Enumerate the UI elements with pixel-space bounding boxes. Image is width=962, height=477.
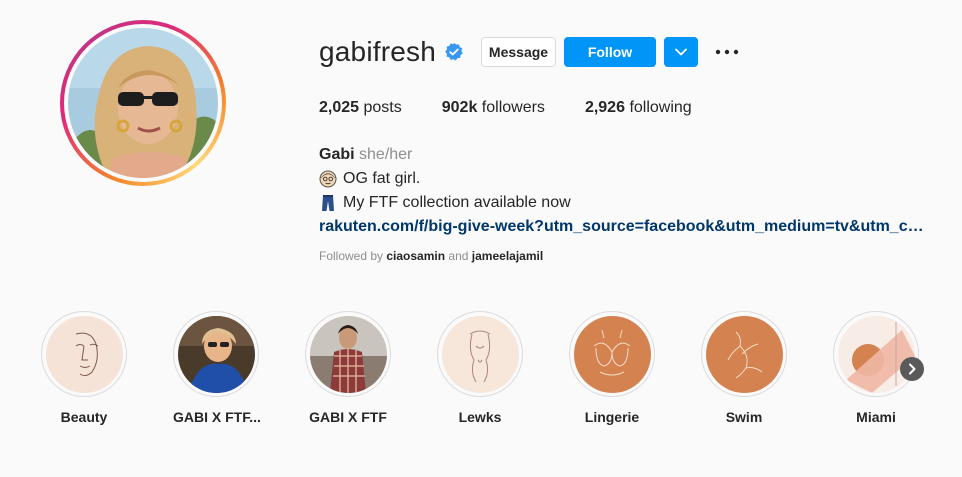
bio-name-line: Gabi she/her	[319, 143, 939, 167]
verified-badge-icon	[445, 42, 463, 61]
following-label: following	[629, 99, 692, 116]
highlight-label: Swim	[725, 409, 763, 425]
posts-stat: 2,025 posts	[319, 99, 402, 117]
following-stat[interactable]: 2,926 following	[585, 99, 692, 117]
highlight-ring	[437, 311, 523, 397]
highlight-label: GABI X FTF...	[173, 409, 261, 425]
highlight-cover	[573, 315, 651, 393]
highlight-gabi-x-ftf-1[interactable]: GABI X FTF...	[173, 311, 261, 425]
followers-stat[interactable]: 902k followers	[442, 99, 545, 117]
followers-label: followers	[481, 99, 545, 116]
jeans-emoji-icon	[322, 195, 334, 211]
highlight-ring	[173, 311, 259, 397]
following-count: 2,926	[584, 99, 625, 116]
highlight-label: GABI X FTF	[309, 409, 387, 425]
suggested-dropdown-button[interactable]	[664, 37, 698, 67]
followed-by[interactable]: Followed by ciaosamin and jameelajamil	[319, 249, 543, 263]
highlight-cover	[177, 315, 255, 393]
bio-text-1: OG fat girl.	[343, 170, 421, 187]
followed-by-and: and	[448, 249, 469, 263]
highlight-label: Lewks	[458, 409, 502, 425]
followed-by-user-1[interactable]: ciaosamin	[386, 249, 445, 263]
followed-by-user-2[interactable]: jameelajamil	[472, 249, 543, 263]
avatar-gap	[64, 24, 222, 182]
highlight-ring	[701, 311, 787, 397]
highlight-ring	[833, 311, 919, 397]
highlight-ring	[569, 311, 655, 397]
old-woman-emoji-icon	[319, 170, 337, 188]
posts-count: 2,025	[319, 99, 360, 116]
highlight-ring	[305, 311, 391, 397]
profile-avatar-ring[interactable]	[60, 20, 226, 186]
full-name: Gabi	[319, 146, 355, 163]
highlight-cover	[309, 315, 387, 393]
highlight-lingerie[interactable]: Lingerie	[569, 311, 655, 425]
profile-header: gabifresh	[319, 36, 464, 68]
username: gabifresh	[319, 36, 436, 67]
bio-line-1: OG fat girl.	[319, 167, 939, 191]
more-options-button[interactable]	[712, 37, 742, 67]
highlight-cover	[45, 315, 123, 393]
followers-count: 902k	[441, 99, 478, 116]
highlight-gabi-x-ftf-2[interactable]: GABI X FTF	[305, 311, 391, 425]
bio-text-2: My FTF collection available now	[343, 194, 571, 211]
more-horizontal-icon	[715, 49, 739, 55]
avatar[interactable]	[68, 28, 218, 178]
followed-by-prefix: Followed by	[319, 249, 384, 263]
message-button[interactable]: Message	[481, 37, 556, 67]
highlight-cover	[705, 315, 783, 393]
posts-label: posts	[363, 99, 402, 116]
highlight-beauty[interactable]: Beauty	[41, 311, 127, 425]
profile-stats: 2,025 posts 902k followers 2,926 followi…	[319, 99, 732, 117]
highlight-label: Beauty	[60, 409, 108, 425]
bio-external-link[interactable]: rakuten.com/f/big-give-week?utm_source=f…	[319, 215, 925, 239]
chevron-down-icon	[675, 48, 687, 56]
highlight-cover	[837, 315, 915, 393]
highlight-ring	[41, 311, 127, 397]
bio-line-2: My FTF collection available now	[319, 191, 939, 215]
highlight-swim[interactable]: Swim	[701, 311, 787, 425]
highlight-label: Miami	[856, 409, 896, 425]
highlights-next-button[interactable]	[900, 357, 924, 381]
highlight-label: Lingerie	[584, 409, 640, 425]
profile-bio: Gabi she/her OG fat girl. My FTF collect…	[319, 143, 939, 239]
follow-button[interactable]: Follow	[564, 37, 656, 67]
pronouns: she/her	[359, 146, 413, 163]
highlight-lewks[interactable]: Lewks	[437, 311, 523, 425]
chevron-right-icon	[909, 363, 916, 375]
highlight-cover	[441, 315, 519, 393]
